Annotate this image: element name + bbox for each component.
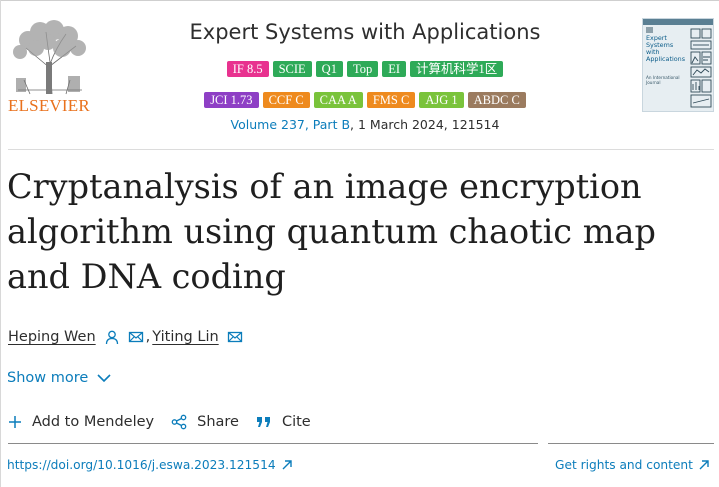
add-to-mendeley-button[interactable]: Add to Mendeley [8,414,154,430]
top-border [0,0,719,1]
cover-subtitle: An International Journal [646,75,680,85]
article-title: Cryptanalysis of an image encryption alg… [7,167,656,296]
metric-badge: CCF C [262,92,310,108]
cover-diagram-icon [690,28,712,108]
metric-badge: CAA A [313,92,363,108]
journal-metrics-row-2: JCI 1.73 CCF C CAA A FMS C AJG 1 ABDC C [140,92,590,108]
quote-icon [256,417,270,427]
metric-badge: FMS C [366,92,416,108]
metric-badge: Top [346,61,379,77]
get-rights-and-content-link[interactable]: Get rights and content [555,458,715,472]
metric-badge: EI [382,61,407,77]
cover-publisher-icon [646,27,653,33]
metric-badge: JCI 1.73 [204,92,259,108]
journal-metrics-row-1: IF 8.5 SCIE Q1 Top EI 计算机科学1区 [140,61,590,77]
footer-rule-right [548,443,714,444]
footer-rule-left [8,443,538,444]
cite-button[interactable]: Cite [256,414,311,430]
volume-date: , 1 March 2024, 121514 [350,117,500,132]
cover-header-bar [643,19,713,25]
author-list: Heping Wen , Yiting Lin [8,326,243,348]
volume-issue-link[interactable]: Volume 237, Part B [231,117,351,132]
article-actions: Add to Mendeley Share Cite [8,414,328,430]
show-more-button[interactable]: Show more [7,370,112,386]
rights-link-text: Get rights and content [555,458,693,472]
metric-badge: IF 8.5 [226,61,269,77]
doi-link[interactable]: https://doi.org/10.1016/j.eswa.2023.1215… [7,458,293,472]
mail-icon[interactable] [227,329,243,345]
share-button[interactable]: Share [171,414,239,430]
share-icon [171,414,187,430]
metric-badge: 计算机科学1区 [410,61,504,77]
header-divider [8,149,714,150]
doi-link-text: https://doi.org/10.1016/j.eswa.2023.1215… [7,458,276,472]
chevron-down-icon [97,374,111,383]
elsevier-tree-icon [8,18,92,96]
cover-title: Expert Systems with Applications [646,34,686,63]
metric-badge: AJG 1 [419,92,464,108]
journal-cover-image[interactable]: Expert Systems with Applications An Inte… [642,18,714,112]
add-to-mendeley-label: Add to Mendeley [32,414,155,430]
external-link-icon [282,460,292,470]
share-label: Share [197,414,239,430]
author-separator: , [145,329,151,345]
external-link-icon [699,460,709,470]
journal-title-link[interactable]: Expert Systems with Applications [140,20,590,44]
elsevier-logo[interactable]: ELSEVIER [8,18,92,115]
person-icon[interactable] [104,329,120,345]
left-border [0,0,1,487]
cite-label: Cite [281,414,311,430]
mail-icon[interactable] [128,329,144,345]
metric-badge: Q1 [315,61,343,77]
elsevier-wordmark: ELSEVIER [8,96,90,115]
metric-badge: ABDC C [467,92,526,108]
author-link-yiting-lin[interactable]: Yiting Lin [152,329,218,345]
metric-badge: SCIE [272,61,312,77]
author-link-heping-wen[interactable]: Heping Wen [8,329,96,345]
volume-info: Volume 237, Part B, 1 March 2024, 121514 [140,117,590,132]
plus-icon [9,416,21,428]
show-more-label: Show more [7,370,89,386]
